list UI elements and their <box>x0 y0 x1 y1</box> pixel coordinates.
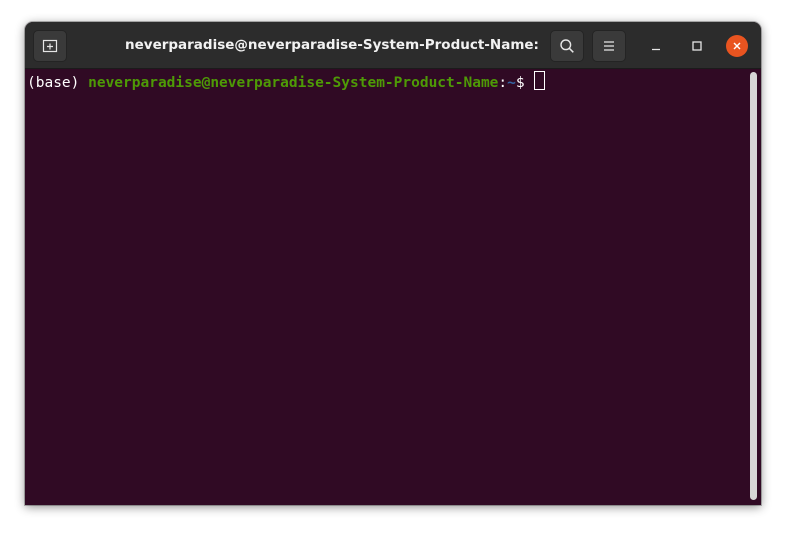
window-title: neverparadise@neverparadise-System-Produ… <box>125 37 545 53</box>
search-button[interactable] <box>550 30 584 62</box>
maximize-button[interactable] <box>686 35 708 57</box>
new-tab-button[interactable] <box>33 30 67 62</box>
close-icon <box>733 42 741 50</box>
prompt-symbol: $ <box>515 75 534 91</box>
minimize-icon <box>652 48 660 51</box>
new-tab-icon <box>42 39 58 53</box>
prompt-colon: : <box>498 75 508 91</box>
minimize-button[interactable] <box>645 35 667 57</box>
maximize-icon <box>692 41 702 51</box>
title-bar[interactable]: neverparadise@neverparadise-System-Produ… <box>25 22 761 69</box>
terminal-window: neverparadise@neverparadise-System-Produ… <box>25 22 761 505</box>
conda-env-label: (base) <box>27 75 89 91</box>
search-icon <box>560 39 574 53</box>
terminal-output-area[interactable]: (base) neverparadise@neverparadise-Syste… <box>25 69 761 505</box>
user-host-label: neverparadise@neverparadise-System-Produ… <box>88 75 499 91</box>
text-cursor <box>534 71 546 90</box>
scrollbar[interactable] <box>750 72 757 500</box>
current-path: ~ <box>507 75 516 91</box>
close-button[interactable] <box>726 35 748 57</box>
prompt-line: (base) neverparadise@neverparadise-Syste… <box>27 71 546 93</box>
menu-button[interactable] <box>592 30 626 62</box>
hamburger-menu-icon <box>604 41 614 51</box>
